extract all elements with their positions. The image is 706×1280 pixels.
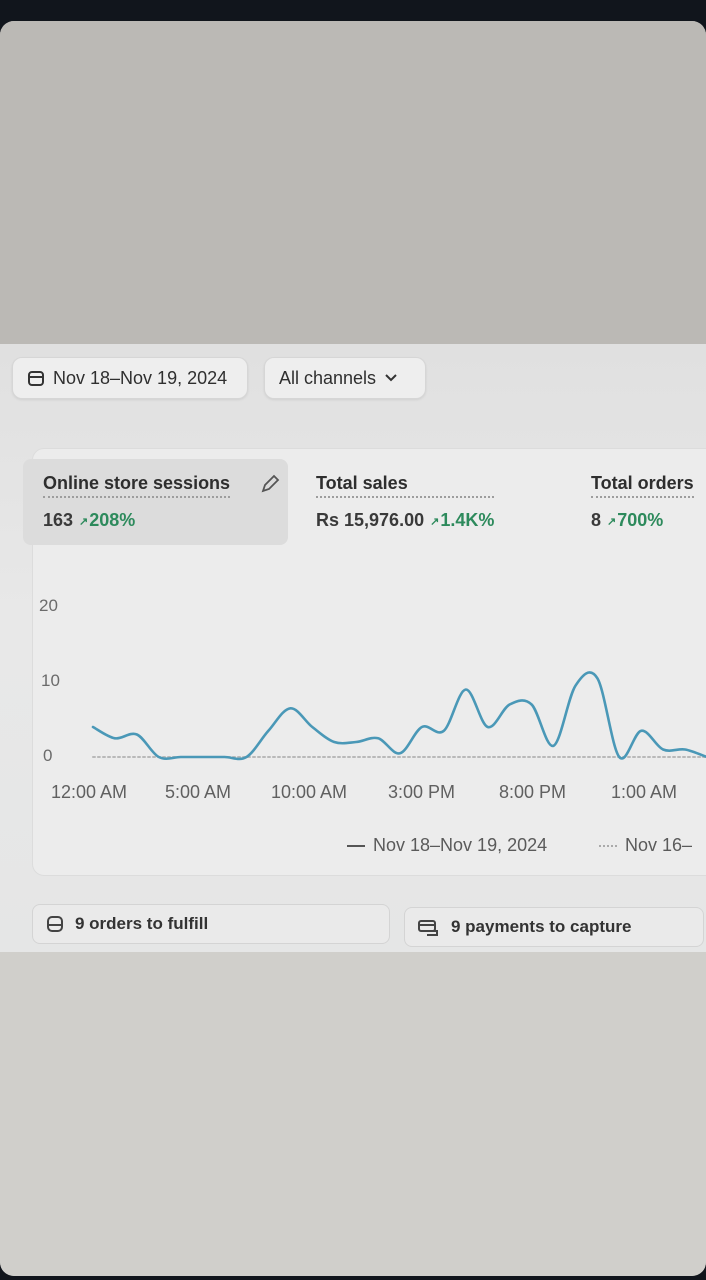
- current-series-line: [91, 671, 706, 761]
- inbox-icon: [47, 916, 63, 932]
- legend-dotted-line: [599, 844, 617, 847]
- x-tick-label: 12:00 AM: [51, 782, 128, 802]
- x-tick-label: 10:00 AM: [271, 782, 348, 802]
- screenshot-frame: Nov 18–Nov 19, 2024 All channels Online …: [0, 21, 706, 1276]
- x-tick-label: 1:00 AM: [611, 782, 678, 802]
- x-tick-label: 3:00 PM: [388, 782, 456, 802]
- chevron-down-icon: [385, 374, 397, 382]
- analytics-panel: Nov 18–Nov 19, 2024 All channels Online …: [0, 344, 706, 952]
- task-label: 9 orders to fulfill: [75, 914, 209, 933]
- payment-icon: [418, 920, 438, 936]
- blank-area-bottom: [0, 952, 706, 1276]
- metrics-card: Online store sessions 163 ↗208% Total sal…: [23, 448, 706, 876]
- calendar-icon: [28, 371, 44, 386]
- legend-previous-label: Nov 16–: [625, 835, 693, 855]
- channel-select[interactable]: All channels: [264, 357, 426, 399]
- date-range-label: Nov 18–Nov 19, 2024: [53, 367, 228, 388]
- legend-current[interactable]: Nov 18–Nov 19, 2024: [347, 835, 547, 856]
- date-range-button[interactable]: Nov 18–Nov 19, 2024: [12, 357, 248, 399]
- task-label: 9 payments to capture: [451, 917, 632, 936]
- blank-area-top: [0, 21, 706, 344]
- sessions-line-chart: [91, 671, 706, 761]
- orders-to-fulfill-button[interactable]: 9 orders to fulfill: [32, 904, 390, 944]
- x-tick-label: 5:00 AM: [165, 782, 232, 802]
- x-tick-label: 8:00 PM: [499, 782, 567, 802]
- legend-previous[interactable]: Nov 16–: [599, 835, 692, 856]
- channel-label: All channels: [279, 367, 377, 388]
- legend-solid-line: [347, 844, 365, 847]
- payments-to-capture-button[interactable]: 9 payments to capture: [404, 907, 704, 947]
- legend-current-label: Nov 18–Nov 19, 2024: [373, 835, 548, 855]
